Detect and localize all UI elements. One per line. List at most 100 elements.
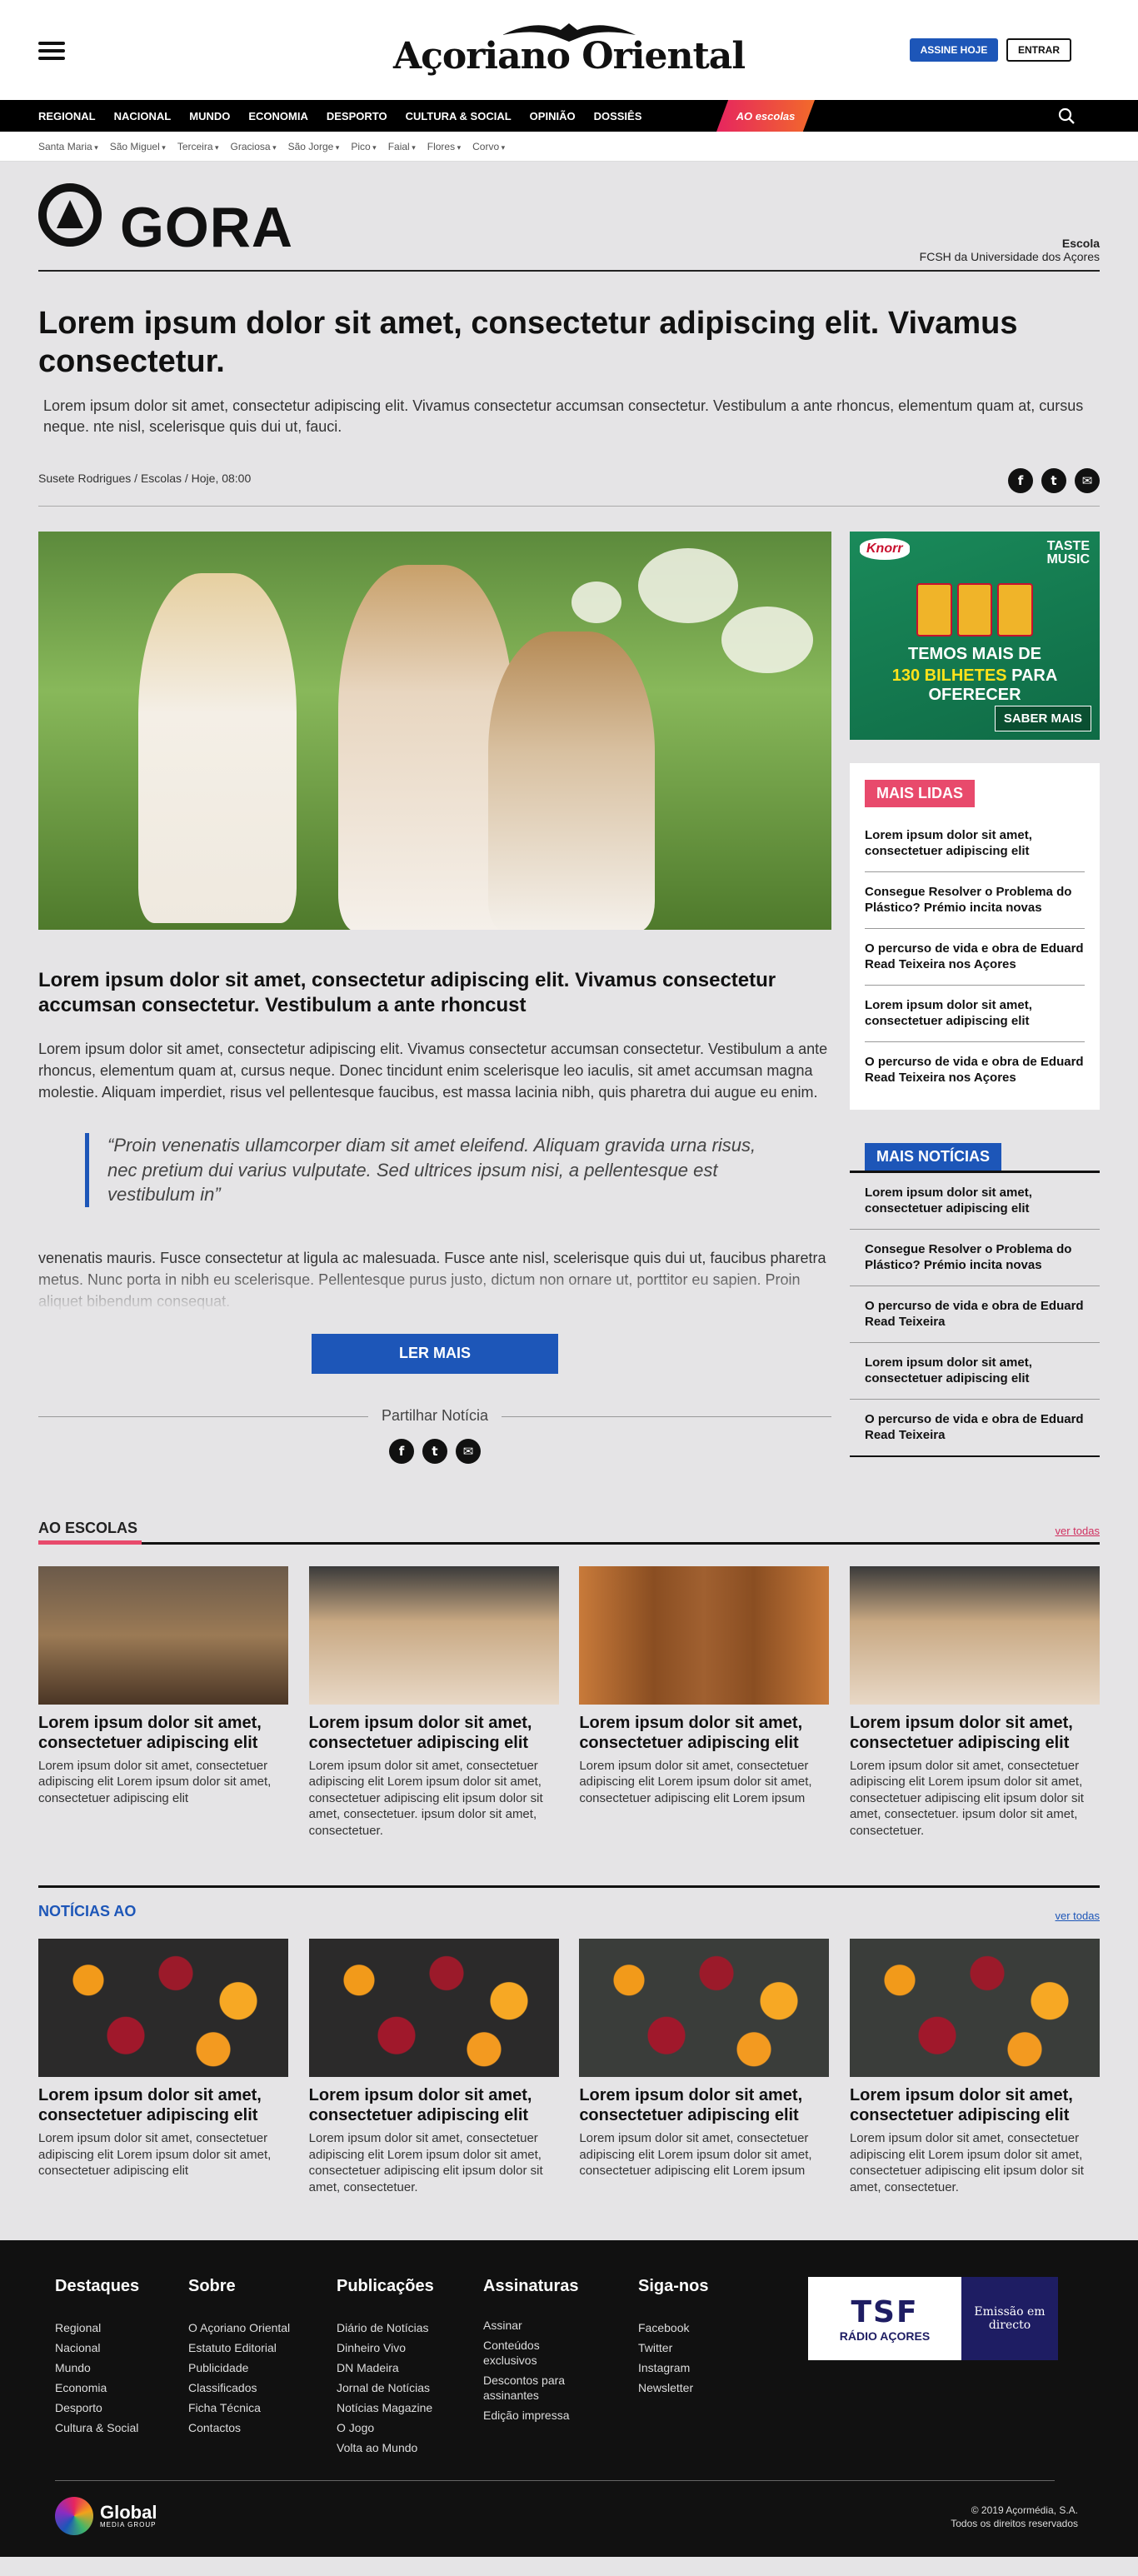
global-media-logo[interactable]: Global MEDIA GROUP — [55, 2497, 157, 2536]
footer-link[interactable]: Volta ao Mundo — [337, 2438, 434, 2458]
footer-link[interactable]: Newsletter — [638, 2378, 708, 2398]
news-card[interactable]: Lorem ipsum dolor sit amet, consectetuer… — [579, 1939, 830, 2195]
most-read-item[interactable]: O percurso de vida e obra de Eduard Read… — [865, 929, 1085, 986]
footer-link[interactable]: Regional — [55, 2318, 139, 2338]
footer-link[interactable]: Facebook — [638, 2318, 708, 2338]
footer-link[interactable]: Jornal de Notícias — [337, 2378, 434, 2398]
card-image — [849, 1565, 1100, 1705]
subnav-item-pico[interactable]: Pico — [351, 141, 376, 152]
ad-cta-button[interactable]: SABER MAIS — [994, 705, 1091, 731]
email-icon[interactable]: ✉ — [1075, 467, 1100, 493]
twitter-icon[interactable]: t — [422, 1438, 447, 1464]
news-card[interactable]: Lorem ipsum dolor sit amet, consectetuer… — [579, 1565, 830, 1840]
share-icons-bottom: f t ✉ — [30, 1438, 831, 1464]
more-news-item[interactable]: Lorem ipsum dolor sit amet, consectetuer… — [850, 1173, 1100, 1230]
nav-item-dossies[interactable]: DOSSIÊS — [594, 110, 642, 122]
read-more-button[interactable]: LER MAIS — [312, 1333, 558, 1374]
footer-link[interactable]: Desporto — [55, 2398, 139, 2418]
see-all-link[interactable]: ver todas — [1056, 1910, 1100, 1922]
more-news-item[interactable]: O percurso de vida e obra de Eduard Read… — [850, 1286, 1100, 1343]
ad-tag: TASTE MUSIC — [1046, 538, 1090, 567]
footer-link[interactable]: Conteúdos exclusivos — [483, 2338, 583, 2368]
nav-item-cultura[interactable]: CULTURA & SOCIAL — [406, 110, 512, 122]
subnav-item-terceira[interactable]: Terceira — [177, 141, 219, 152]
radio-banner[interactable]: TSF RÁDIO AÇORES Emissão em directo — [808, 2277, 1058, 2361]
footer-link[interactable]: Assinar — [483, 2318, 583, 2333]
subnav-item-graciosa[interactable]: Graciosa — [231, 141, 277, 152]
card-grid: Lorem ipsum dolor sit amet, consectetuer… — [38, 1939, 1100, 2195]
nav-item-economia[interactable]: ECONOMIA — [248, 110, 308, 122]
footer-link[interactable]: Notícias Magazine — [337, 2398, 434, 2418]
footer-link[interactable]: Estatuto Editorial — [188, 2338, 290, 2358]
footer-link[interactable]: Economia — [55, 2378, 139, 2398]
footer-link[interactable]: Classificados — [188, 2378, 290, 2398]
card-excerpt: Lorem ipsum dolor sit amet, consectetuer… — [579, 2131, 812, 2179]
site-footer: Destaques Regional Nacional Mundo Econom… — [0, 2240, 1138, 2558]
footer-link[interactable]: Instagram — [638, 2358, 708, 2378]
nav-item-ao-escolas[interactable]: AO escolas — [716, 100, 815, 132]
footer-link[interactable]: Ficha Técnica — [188, 2398, 290, 2418]
nav-item-regional[interactable]: REGIONAL — [38, 110, 96, 122]
more-news-list: Lorem ipsum dolor sit amet, consectetuer… — [850, 1173, 1100, 1457]
nav-item-mundo[interactable]: MUNDO — [189, 110, 230, 122]
card-excerpt: Lorem ipsum dolor sit amet, consectetuer… — [308, 2131, 543, 2194]
subnav-item-flores[interactable]: Flores — [427, 141, 461, 152]
news-card[interactable]: Lorem ipsum dolor sit amet, consectetuer… — [308, 1565, 559, 1840]
search-icon[interactable] — [1058, 107, 1075, 124]
facebook-icon[interactable]: f — [389, 1438, 414, 1464]
footer-link[interactable]: O Açoriano Oriental — [188, 2318, 290, 2338]
footer-link[interactable]: Contactos — [188, 2418, 290, 2438]
section-title: NOTÍCIAS AO — [38, 1903, 137, 1920]
login-button[interactable]: ENTRAR — [1006, 38, 1071, 62]
footer-link[interactable]: DN Madeira — [337, 2358, 434, 2378]
agora-logo-icon — [38, 183, 102, 247]
footer-link[interactable]: Cultura & Social — [55, 2418, 139, 2438]
card-title: Lorem ipsum dolor sit amet, consectetuer… — [308, 2086, 532, 2125]
subnav-item-corvo[interactable]: Corvo — [472, 141, 505, 152]
more-news-title: MAIS NOTÍCIAS — [865, 1142, 1002, 1171]
facebook-icon[interactable]: f — [1008, 467, 1033, 493]
advertisement-banner[interactable]: Knorr TASTE MUSIC TEMOS MAIS DE 130 BILHE… — [850, 531, 1100, 740]
footer-link[interactable]: Diário de Notícias — [337, 2318, 434, 2338]
more-news-item[interactable]: Lorem ipsum dolor sit amet, consectetuer… — [850, 1343, 1100, 1400]
most-read-item[interactable]: O percurso de vida e obra de Eduard Read… — [865, 1042, 1085, 1098]
noticias-ao-section: NOTÍCIAS AO ver todas Lorem ipsum dolor … — [38, 1885, 1100, 2195]
news-card[interactable]: Lorem ipsum dolor sit amet, consectetuer… — [849, 1939, 1100, 2195]
subnav-item-faial[interactable]: Faial — [388, 141, 416, 152]
news-card[interactable]: Lorem ipsum dolor sit amet, consectetuer… — [38, 1939, 288, 2195]
subnav-item-santa-maria[interactable]: Santa Maria — [38, 141, 98, 152]
footer-link[interactable]: Edição impressa — [483, 2408, 583, 2423]
card-title: Lorem ipsum dolor sit amet, consectetuer… — [308, 1713, 532, 1752]
footer-link[interactable]: Dinheiro Vivo — [337, 2338, 434, 2358]
footer-link[interactable]: O Jogo — [337, 2418, 434, 2438]
footer-link[interactable]: Twitter — [638, 2338, 708, 2358]
footer-link[interactable]: Publicidade — [188, 2358, 290, 2378]
share-section: Partilhar Notícia — [38, 1406, 831, 1427]
news-card[interactable]: Lorem ipsum dolor sit amet, consectetuer… — [308, 1939, 559, 2195]
more-news-item[interactable]: O percurso de vida e obra de Eduard Read… — [850, 1400, 1100, 1455]
news-card[interactable]: Lorem ipsum dolor sit amet, consectetuer… — [849, 1565, 1100, 1840]
card-excerpt: Lorem ipsum dolor sit amet, consectetuer… — [38, 1758, 272, 1805]
most-read-item[interactable]: Consegue Resolver o Problema do Plástico… — [865, 872, 1085, 929]
see-all-link[interactable]: ver todas — [1056, 1525, 1100, 1537]
nav-item-desporto[interactable]: DESPORTO — [327, 110, 387, 122]
footer-link[interactable]: Descontos para assinantes — [483, 2373, 583, 2403]
subscribe-button[interactable]: ASSINE HOJE — [910, 38, 998, 62]
footer-col-sobre: Sobre O Açoriano Oriental Estatuto Edito… — [188, 2277, 290, 2438]
footer-link[interactable]: Mundo — [55, 2358, 139, 2378]
nav-item-nacional[interactable]: NACIONAL — [114, 110, 172, 122]
most-read-item[interactable]: Lorem ipsum dolor sit amet, consectetuer… — [865, 816, 1085, 872]
subnav-item-sao-miguel[interactable]: São Miguel — [110, 141, 166, 152]
footer-col-destaques: Destaques Regional Nacional Mundo Econom… — [55, 2277, 139, 2438]
nav-item-opiniao[interactable]: OPINIÃO — [530, 110, 576, 122]
news-card[interactable]: Lorem ipsum dolor sit amet, consectetuer… — [38, 1565, 288, 1840]
footer-link[interactable]: Nacional — [55, 2338, 139, 2358]
card-excerpt: Lorem ipsum dolor sit amet, consectetuer… — [849, 1758, 1084, 1838]
subnav-item-sao-jorge[interactable]: São Jorge — [288, 141, 340, 152]
email-icon[interactable]: ✉ — [456, 1438, 481, 1464]
twitter-icon[interactable]: t — [1041, 467, 1066, 493]
more-news-item[interactable]: Consegue Resolver o Problema do Plástico… — [850, 1230, 1100, 1286]
most-read-item[interactable]: Lorem ipsum dolor sit amet, consectetuer… — [865, 986, 1085, 1042]
school-name: FCSH da Universidade dos Açores — [919, 250, 1100, 263]
card-title: Lorem ipsum dolor sit amet, consectetuer… — [579, 1713, 803, 1752]
